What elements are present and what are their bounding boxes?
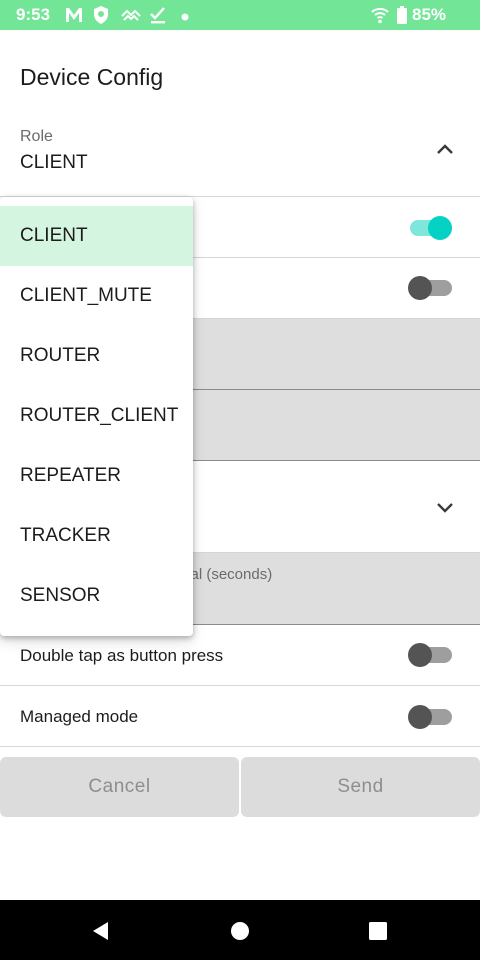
managed-mode-label: Managed mode [20, 707, 139, 726]
status-time: 9:53 [16, 5, 51, 24]
send-button[interactable]: Send [241, 757, 480, 817]
chevron-up-icon[interactable] [436, 142, 454, 161]
role-option-repeater[interactable]: REPEATER [0, 446, 193, 506]
wifi-icon [370, 5, 390, 30]
role-option-router[interactable]: ROUTER [0, 326, 193, 386]
download-done-icon [148, 5, 168, 30]
role-option-sensor[interactable]: SENSOR [0, 566, 193, 626]
page-title: Device Config [20, 64, 164, 90]
battery-percent: 85% [412, 5, 447, 24]
switch-thumb [428, 216, 452, 240]
navigation-bar [0, 900, 480, 960]
double-tap-switch[interactable] [408, 643, 454, 667]
chevron-down-icon[interactable] [436, 501, 454, 520]
managed-mode-row: Managed mode [0, 686, 480, 747]
double-tap-label: Double tap as button press [20, 646, 224, 665]
home-icon[interactable] [230, 921, 250, 946]
role-select[interactable]: Role CLIENT [0, 112, 480, 197]
switch-thumb [408, 276, 432, 300]
role-option-tracker[interactable]: TRACKER [0, 506, 193, 566]
cancel-button[interactable]: Cancel [0, 757, 239, 817]
role-dropdown-menu: CLIENT CLIENT_MUTE ROUTER ROUTER_CLIENT … [0, 197, 193, 636]
role-option-client-mute[interactable]: CLIENT_MUTE [0, 266, 193, 326]
switch-thumb [408, 643, 432, 667]
toggle-2-switch[interactable] [408, 276, 454, 300]
recents-icon[interactable] [369, 922, 387, 945]
dot-icon [180, 9, 190, 27]
vpn-shield-icon [92, 5, 110, 30]
battery-icon [396, 5, 408, 30]
back-icon[interactable] [90, 920, 112, 947]
role-label: Role [20, 128, 53, 145]
role-value: CLIENT [20, 152, 88, 173]
toggle-1-switch[interactable] [408, 216, 454, 240]
status-bar: 9:53 85% [0, 0, 480, 30]
signal-wave-icon [120, 5, 142, 30]
role-option-client[interactable]: CLIENT [0, 206, 193, 266]
role-option-router-client[interactable]: ROUTER_CLIENT [0, 386, 193, 446]
managed-mode-switch[interactable] [408, 705, 454, 729]
switch-thumb [408, 705, 432, 729]
gmail-icon [64, 5, 84, 30]
